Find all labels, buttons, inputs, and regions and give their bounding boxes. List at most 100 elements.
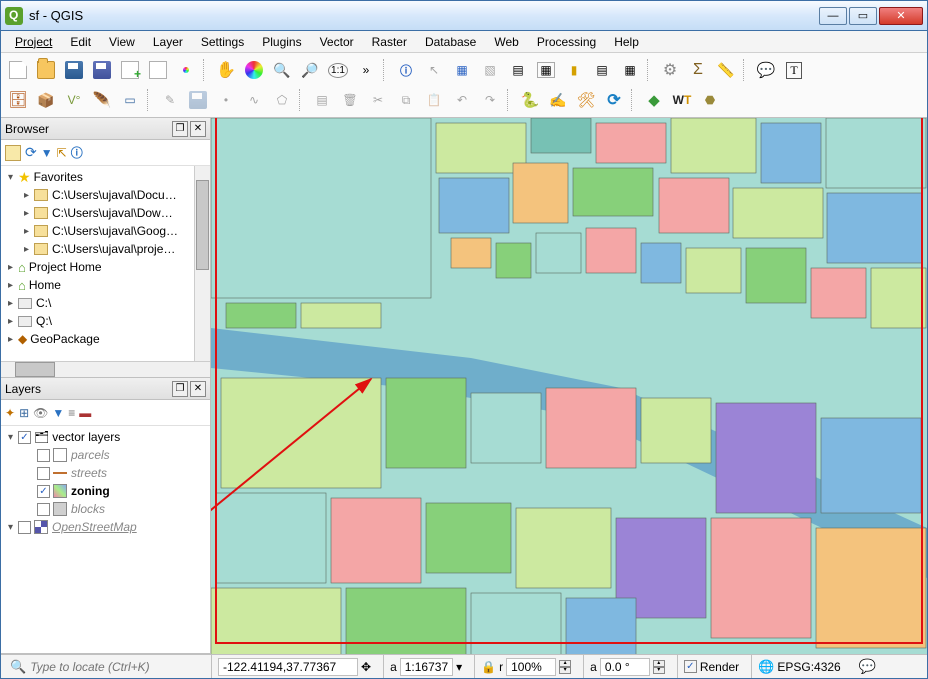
rotation-field[interactable]: a 0.0 ° ▴▾ (583, 655, 671, 678)
layer-item-zoning[interactable]: ✓zoning (3, 482, 208, 500)
map-tips-button[interactable]: 💬 (753, 57, 779, 83)
plugin-button-3[interactable]: ⟳ (601, 87, 627, 113)
cut-button[interactable]: ✂ (365, 87, 391, 113)
add-feature-button[interactable]: • (213, 87, 239, 113)
toolbar-overflow-1[interactable]: » (353, 57, 379, 83)
save-as-button[interactable] (89, 57, 115, 83)
layer-item-osm[interactable]: ▾OpenStreetMap (3, 518, 208, 536)
measure-button[interactable]: 📏 (713, 57, 739, 83)
tree-drive-q[interactable]: ▸Q:\ (3, 312, 208, 330)
layer-expand-icon[interactable]: ≡ (68, 406, 75, 420)
layer-filter-icon[interactable]: ▼ (52, 406, 64, 420)
add-polygon-button[interactable]: ⬠ (269, 87, 295, 113)
pan-to-selection-button[interactable] (241, 57, 267, 83)
undo-button[interactable]: ↶ (449, 87, 475, 113)
new-shapefile-button[interactable]: V° (61, 87, 87, 113)
processing-toolbox-button[interactable]: ⚙ (657, 57, 683, 83)
browser-tree[interactable]: ▾★Favorites ▸C:\Users\ujaval\Docu… ▸C:\U… (1, 166, 210, 361)
plugin-button-5[interactable]: ⬣ (697, 87, 723, 113)
new-virtual-layer-button[interactable]: ▭ (117, 87, 143, 113)
menu-plugins[interactable]: Plugins (254, 33, 309, 51)
coordinate-field[interactable]: -122.41194,37.77367 ✥ (211, 655, 377, 678)
toolbar-new-bookmark[interactable]: ▮ (561, 57, 587, 83)
plugin-button-4[interactable]: ◆ (641, 87, 667, 113)
field-calculator-button[interactable]: ▦ (533, 57, 559, 83)
magnifier-value[interactable]: 100% (506, 658, 556, 676)
layer-group[interactable]: ▾✓🗂vector layers (3, 428, 208, 446)
move-feature-button[interactable]: ▤ (309, 87, 335, 113)
tree-fav-item[interactable]: ▸C:\Users\ujaval\proje… (3, 240, 208, 258)
menu-settings[interactable]: Settings (193, 33, 252, 51)
select-features-button[interactable]: ↖ (421, 57, 447, 83)
layer-item-streets[interactable]: streets (3, 464, 208, 482)
layer-item-parcels[interactable]: parcels (3, 446, 208, 464)
save-project-button[interactable] (61, 57, 87, 83)
layers-tree[interactable]: ▾✓🗂vector layers parcels streets ✓zoning… (1, 426, 210, 653)
minimize-button[interactable]: — (819, 7, 847, 25)
scale-value[interactable]: 1:16737 (400, 658, 453, 676)
new-geopackage-button[interactable]: 📦 (33, 87, 59, 113)
menu-layer[interactable]: Layer (145, 33, 191, 51)
close-button[interactable]: ✕ (879, 7, 923, 25)
paste-button[interactable]: 📋 (421, 87, 447, 113)
show-bookmarks-button[interactable]: ▤ (589, 57, 615, 83)
add-layer-icon[interactable] (5, 145, 21, 161)
open-attribute-table-button[interactable]: ▤ (505, 57, 531, 83)
menu-vector[interactable]: Vector (312, 33, 362, 51)
menu-help[interactable]: Help (606, 33, 647, 51)
properties-icon[interactable]: ⓘ (71, 144, 83, 161)
browser-panel-header[interactable]: Browser ❐ ✕ (1, 118, 210, 140)
locator-bar[interactable]: 🔍 (5, 657, 205, 677)
menu-database[interactable]: Database (417, 33, 484, 51)
refresh-icon[interactable]: ⟳ (25, 144, 37, 161)
layer-item-blocks[interactable]: blocks (3, 500, 208, 518)
new-print-layout-button[interactable]: + (117, 57, 143, 83)
tree-favorites[interactable]: ▾★Favorites (3, 168, 208, 186)
browser-hscroll[interactable] (1, 361, 210, 377)
locator-input[interactable] (30, 660, 190, 674)
plugin-button-2[interactable]: 🛠 (573, 87, 599, 113)
collapse-icon[interactable]: ⇱ (57, 146, 67, 160)
menu-processing[interactable]: Processing (529, 33, 604, 51)
menu-web[interactable]: Web (486, 33, 526, 51)
deselect-button[interactable]: ▧ (477, 57, 503, 83)
checkbox[interactable]: ✓ (18, 431, 31, 444)
plugin-button-wt[interactable]: WT (669, 87, 695, 113)
checkbox[interactable] (37, 503, 50, 516)
open-project-button[interactable] (33, 57, 59, 83)
copy-button[interactable]: ⧉ (393, 87, 419, 113)
plugin-button-1[interactable]: ✍ (545, 87, 571, 113)
spin-up[interactable]: ▴ (559, 660, 571, 667)
tree-drive-c[interactable]: ▸C:\ (3, 294, 208, 312)
select-by-value-button[interactable]: ▦ (449, 57, 475, 83)
zoom-native-button[interactable]: 1:1 (325, 57, 351, 83)
statistics-button[interactable]: ▦ (617, 57, 643, 83)
checkbox[interactable] (18, 521, 31, 534)
tree-project-home[interactable]: ▸⌂Project Home (3, 258, 208, 276)
layout-manager-button[interactable] (145, 57, 171, 83)
save-edits-button[interactable] (185, 87, 211, 113)
messages-button[interactable]: 💬 (853, 655, 882, 678)
crs-field[interactable]: 🌐 EPSG:4326 (751, 655, 847, 678)
filter-icon[interactable]: ▼ (41, 146, 53, 160)
python-console-button[interactable]: 🐍 (517, 87, 543, 113)
magnifier-field[interactable]: 🔒 r 100% ▴▾ (474, 655, 577, 678)
dropdown-icon[interactable]: ▾ (456, 660, 462, 674)
undock-button[interactable]: ❐ (172, 381, 188, 397)
render-toggle[interactable]: ✓ Render (677, 655, 745, 678)
extents-icon[interactable]: ✥ (361, 660, 371, 674)
style-manager-button[interactable] (173, 57, 199, 83)
checkbox[interactable] (37, 449, 50, 462)
tree-fav-item[interactable]: ▸C:\Users\ujaval\Docu… (3, 186, 208, 204)
tree-geopackage[interactable]: ▸◆GeoPackage (3, 330, 208, 348)
layers-panel-header[interactable]: Layers ❐ ✕ (1, 378, 210, 400)
tree-fav-item[interactable]: ▸C:\Users\ujaval\Dow… (3, 204, 208, 222)
lock-icon[interactable]: 🔒 (481, 660, 496, 674)
spin-down[interactable]: ▾ (559, 667, 571, 674)
delete-feature-button[interactable]: 🗑 (337, 87, 363, 113)
titlebar[interactable]: sf - QGIS — ▭ ✕ (1, 1, 927, 31)
checkbox[interactable]: ✓ (684, 660, 697, 673)
pan-button[interactable]: ✋ (213, 57, 239, 83)
menu-view[interactable]: View (101, 33, 143, 51)
layer-visibility-icon[interactable]: 👁 (33, 406, 48, 420)
